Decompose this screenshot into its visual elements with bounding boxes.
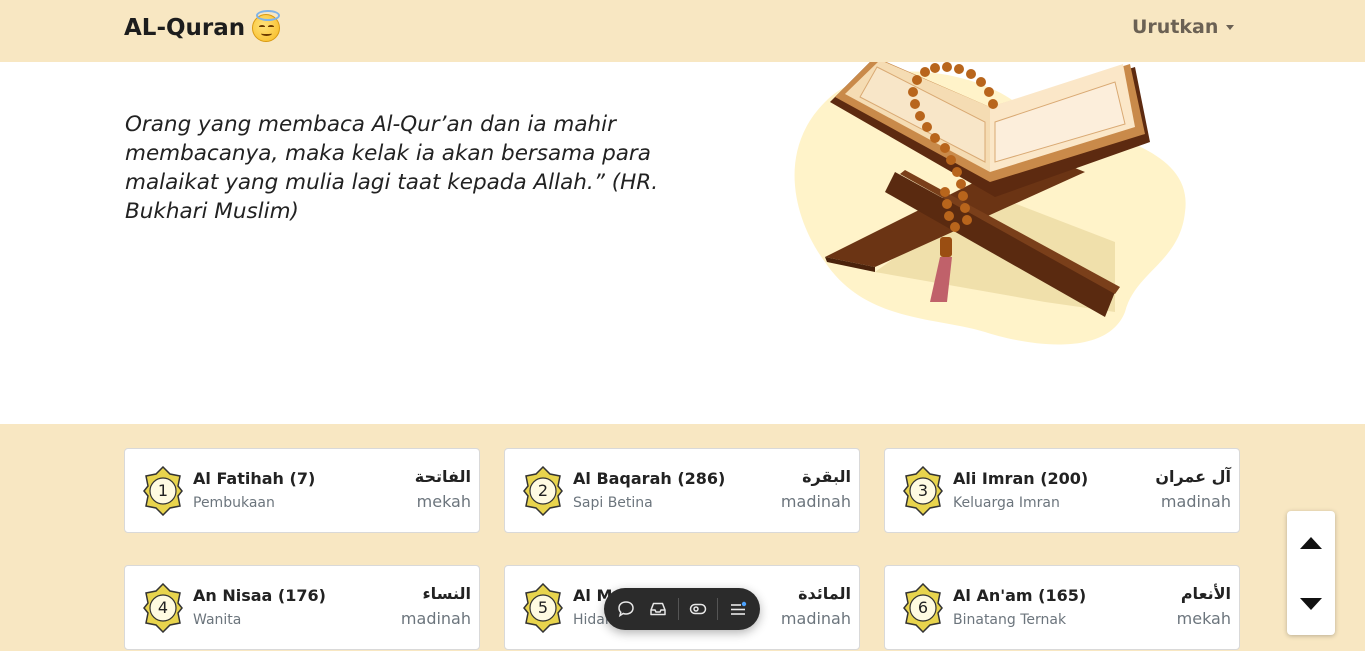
menu-icon [730, 601, 746, 615]
comment-button[interactable] [613, 596, 639, 622]
surah-meaning: Sapi Betina [573, 495, 653, 511]
comment-icon [618, 601, 634, 618]
inbox-button[interactable] [645, 596, 671, 622]
surah-meaning: Binatang Ternak [953, 612, 1067, 628]
brand-title[interactable]: AL-Quran [124, 15, 245, 41]
surah-card[interactable]: 1 Al Fatihah (7) Pembukaan الفاتحة mekah [124, 448, 480, 533]
scroll-down-icon[interactable] [1300, 598, 1322, 610]
surah-number: 6 [917, 598, 929, 617]
toolbar-divider [677, 598, 679, 620]
surah-card[interactable]: 4 An Nisaa (176) Wanita النساء madinah [124, 565, 480, 650]
surah-name: An Nisaa (176) [193, 586, 326, 605]
menu-button[interactable] [725, 596, 751, 622]
quran-illustration [794, 62, 1186, 345]
surah-number: 5 [537, 598, 549, 617]
surah-meaning: Pembukaan [193, 495, 275, 511]
sort-dropdown[interactable]: Urutkan [1132, 16, 1235, 38]
surah-number: 4 [157, 598, 169, 617]
toolbar-divider [717, 598, 719, 620]
caret-down-icon [1226, 24, 1235, 30]
view-button[interactable] [685, 596, 711, 622]
surah-revelation-place: mekah [1176, 609, 1231, 628]
hero-quote: Orang yang membaca Al-Qur’an dan ia mahi… [125, 112, 659, 224]
surah-name: Al Baqarah (286) [573, 469, 726, 488]
inbox-icon [650, 602, 667, 616]
surah-number: 3 [917, 481, 929, 500]
floating-toolbar [604, 588, 760, 630]
surah-card[interactable]: 3 Ali Imran (200) Keluarga Imran آل عمرا… [884, 448, 1240, 533]
surah-arabic-name: الفاتحة [414, 467, 471, 486]
surah-arabic-name: النساء [422, 584, 472, 603]
surah-meaning: Wanita [193, 612, 242, 628]
surah-revelation-place: madinah [1160, 492, 1231, 511]
surah-name: Al Fatihah (7) [193, 469, 316, 488]
surah-name: Ali Imran (200) [953, 469, 1089, 488]
navbar: AL-Quran Urutkan [0, 0, 1365, 62]
surah-card[interactable]: 2 Al Baqarah (286) Sapi Betina البقرة ma… [504, 448, 860, 533]
brand[interactable]: AL-Quran [124, 10, 281, 42]
surah-meaning: Keluarga Imran [953, 495, 1060, 511]
surah-name: Al An'am (165) [953, 586, 1087, 605]
surah-arabic-name: الأنعام [1180, 584, 1231, 603]
surah-arabic-name: آل عمران [1155, 467, 1231, 486]
surah-arabic-name: المائدة [798, 584, 851, 603]
surah-arabic-name: البقرة [802, 467, 851, 486]
surah-revelation-place: madinah [400, 609, 471, 628]
eye-icon [689, 603, 707, 615]
scroll-controls [1287, 511, 1335, 635]
surah-revelation-place: mekah [416, 492, 471, 511]
scroll-up-icon[interactable] [1300, 537, 1322, 549]
surah-revelation-place: madinah [780, 492, 851, 511]
surah-revelation-place: madinah [780, 609, 851, 628]
surah-number: 2 [537, 481, 549, 500]
halo-smiley-icon [252, 10, 281, 42]
sort-dropdown-label[interactable]: Urutkan [1132, 16, 1218, 38]
surah-number: 1 [157, 481, 169, 500]
surah-card[interactable]: 6 Al An'am (165) Binatang Ternak الأنعام… [884, 565, 1240, 650]
hero-section: Orang yang membaca Al-Qur’an dan ia mahi… [0, 62, 1365, 424]
